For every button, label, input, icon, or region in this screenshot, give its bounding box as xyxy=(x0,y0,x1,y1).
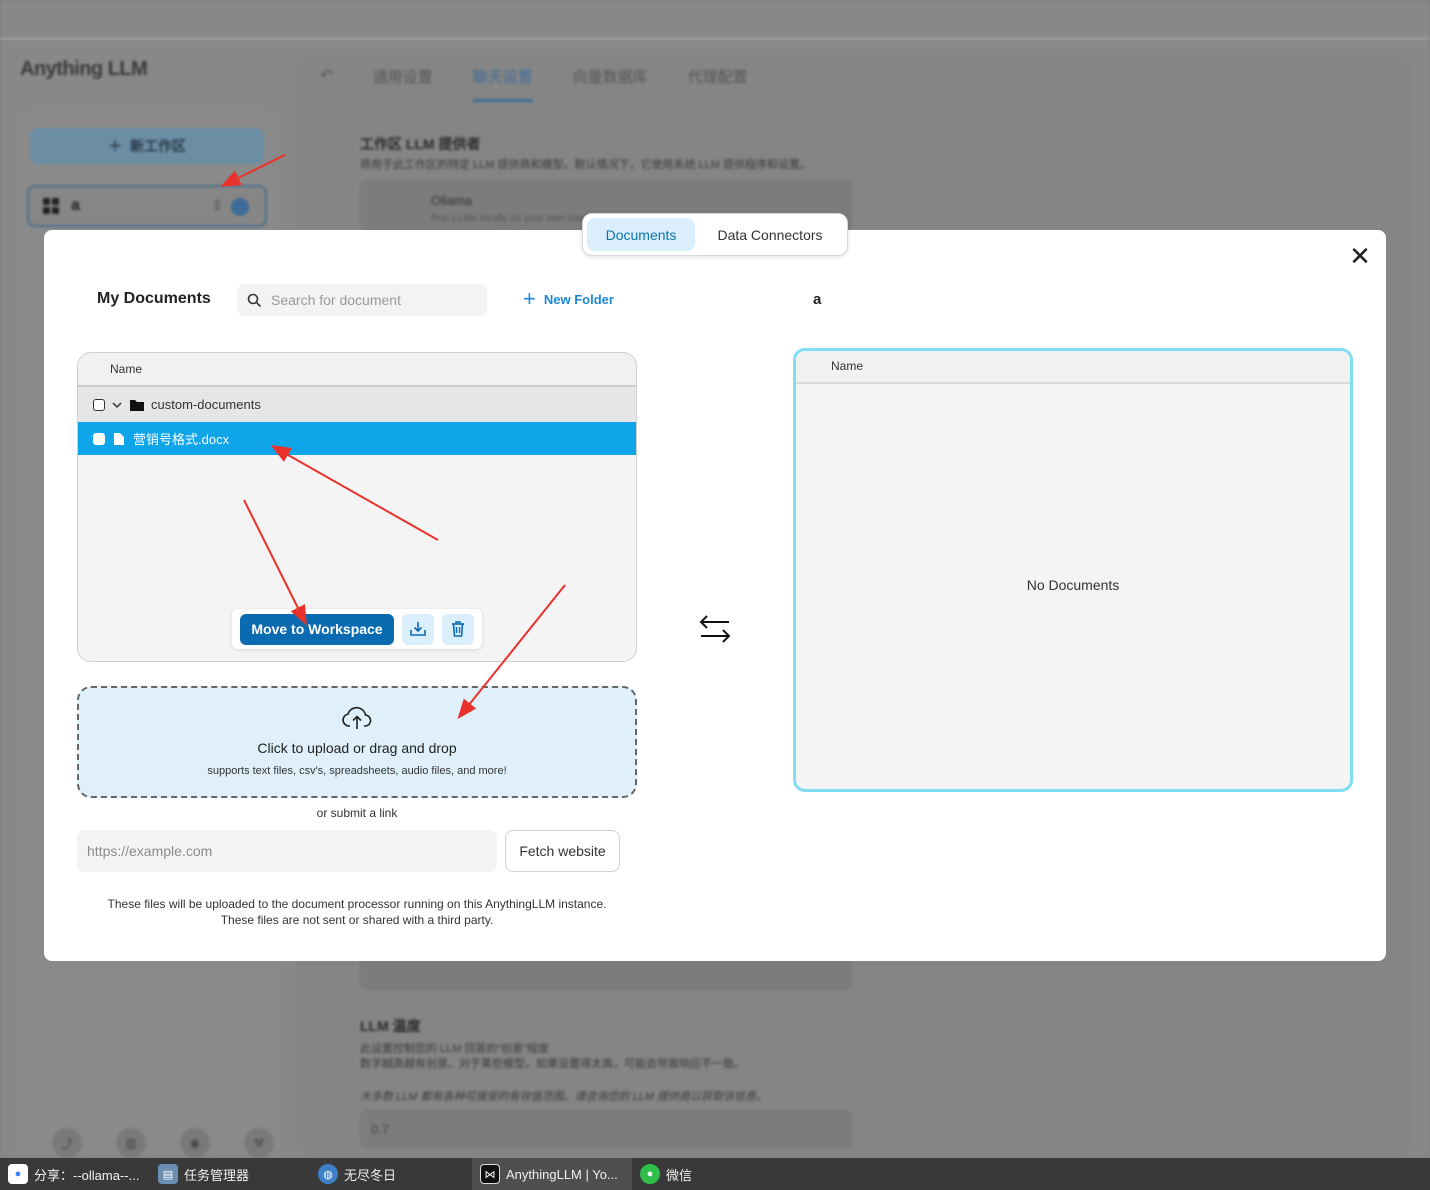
new-workspace-button[interactable]: ＋ 新工作区 xyxy=(30,128,264,164)
workspace-documents-panel: Name No Documents xyxy=(793,348,1353,792)
gear-icon[interactable] xyxy=(231,198,249,216)
taskbar-item-game[interactable]: ◍ 无尽冬日 xyxy=(310,1158,472,1190)
tray-arrow-icon xyxy=(410,622,426,636)
new-folder-button[interactable]: + New Folder xyxy=(523,288,614,310)
back-icon[interactable]: ↶ xyxy=(320,66,333,102)
upload-dropzone[interactable]: Click to upload or drag and drop support… xyxy=(77,686,637,798)
upload-icon[interactable]: ⇪ xyxy=(211,197,223,214)
modal-segment-tabs: Documents Data Connectors xyxy=(582,213,848,256)
taskbar-label: 分享：--ollama--... xyxy=(34,1167,140,1183)
folder-row[interactable]: custom-documents xyxy=(78,387,636,422)
temperature-heading: LLM 温度 xyxy=(360,1018,421,1034)
workspace-name: a xyxy=(71,197,80,214)
move-to-folder-button[interactable] xyxy=(402,613,434,645)
swap-arrows-icon xyxy=(699,615,731,643)
temperature-desc-2: 数字越高越有创意。对于某些模型，如果设置得太高，可能会导致响应不一致。 xyxy=(360,1058,745,1070)
or-submit-link-text: or submit a link xyxy=(316,806,398,820)
temperature-input[interactable]: 0.7 xyxy=(360,1110,852,1148)
file-name: 营销号格式.docx xyxy=(133,432,230,447)
taskbar-label: AnythingLLM | Yo... xyxy=(506,1166,618,1182)
tab-documents[interactable]: Documents xyxy=(587,218,695,251)
llm-provider-heading: 工作区 LLM 提供者 xyxy=(360,136,481,152)
my-documents-title: My Documents xyxy=(97,290,211,307)
folder-icon xyxy=(130,399,144,411)
temperature-value: 0.7 xyxy=(371,1122,390,1137)
cloud-upload-icon xyxy=(342,706,372,729)
baidu-netdisk-icon: ● xyxy=(8,1164,28,1184)
sidebar-item-workspace[interactable]: a ⇪ xyxy=(27,185,267,227)
anythingllm-icon: ⋈ xyxy=(480,1164,500,1184)
file-row[interactable]: 营销号格式.docx xyxy=(78,422,636,455)
book-icon[interactable]: ▥ xyxy=(116,1128,146,1158)
file-icon xyxy=(114,432,124,445)
file-checkbox[interactable] xyxy=(93,432,105,445)
top-divider xyxy=(0,38,1430,39)
document-search[interactable] xyxy=(237,284,487,316)
selection-action-bar: Move to Workspace xyxy=(232,609,482,649)
wrench-icon[interactable]: ⚒ xyxy=(244,1128,274,1158)
privacy-note-line-1: These files will be uploaded to the docu… xyxy=(107,897,607,911)
folder-name: custom-documents xyxy=(151,397,261,412)
wechat-icon: ● xyxy=(640,1164,660,1184)
move-to-workspace-button[interactable]: Move to Workspace xyxy=(240,613,394,645)
privacy-note-line-2: These files are not sent or shared with … xyxy=(220,913,494,927)
delete-button[interactable] xyxy=(442,613,474,645)
fetch-website-button[interactable]: Fetch website xyxy=(505,830,620,872)
trash-icon xyxy=(452,621,464,637)
tab-data-connectors[interactable]: Data Connectors xyxy=(701,218,839,251)
docs-column-header: Name xyxy=(78,353,636,387)
llm-provider-desc: 将用于此工作区的特定 LLM 提供商和模型。默认情况下，它使用系统 LLM 提供… xyxy=(360,159,812,171)
sidebar-footer-icons: ⤴ ▥ ◉ ⚒ xyxy=(52,1128,274,1158)
taskbar-item-task-manager[interactable]: ▤ 任务管理器 xyxy=(150,1158,310,1190)
workspace-column-header: Name xyxy=(796,351,1350,384)
plus-icon: ＋ xyxy=(108,138,122,154)
tab-vector-db[interactable]: 向量数据库 xyxy=(573,66,648,102)
taskbar-item-anythingllm[interactable]: ⋈ AnythingLLM | Yo... xyxy=(472,1158,632,1190)
task-manager-icon: ▤ xyxy=(158,1164,178,1184)
plus-icon: + xyxy=(523,286,536,311)
tab-general[interactable]: 通用设置 xyxy=(373,66,433,102)
temperature-desc-3: 大多数 LLM 都有各种可接受的有效值范围。请咨询您的 LLM 提供商以获取该信… xyxy=(360,1091,768,1103)
taskbar-label: 微信 xyxy=(666,1167,693,1183)
discord-icon[interactable]: ◉ xyxy=(180,1128,210,1158)
new-workspace-label: 新工作区 xyxy=(130,138,186,154)
provider-name: Ollama xyxy=(431,193,473,208)
privacy-note: These files will be uploaded to the docu… xyxy=(77,896,637,928)
taskbar-label: 任务管理器 xyxy=(184,1167,250,1183)
temperature-desc-1: 此设置控制您的 LLM 回答的“创意”程度 xyxy=(360,1043,549,1055)
folder-checkbox[interactable] xyxy=(93,398,105,411)
tab-chat[interactable]: 聊天设置 xyxy=(472,66,533,102)
taskbar-item-wechat[interactable]: ● 微信 xyxy=(632,1158,712,1190)
search-input[interactable] xyxy=(271,292,471,308)
upload-subtitle: supports text files, csv's, spreadsheets… xyxy=(207,765,507,777)
taskbar-item-share[interactable]: ● 分享：--ollama--... xyxy=(0,1158,150,1190)
app-logo: Anything LLM xyxy=(20,58,148,80)
search-icon xyxy=(247,293,261,307)
settings-tabs: ↶ 通用设置 聊天设置 向量数据库 代理配置 xyxy=(320,66,748,102)
workspace-grid-icon xyxy=(43,198,59,214)
tab-agent[interactable]: 代理配置 xyxy=(688,66,748,102)
new-folder-label: New Folder xyxy=(543,291,614,307)
url-input[interactable] xyxy=(77,830,497,872)
chevron-down-icon[interactable] xyxy=(111,399,123,411)
link-icon[interactable]: ⤴ xyxy=(52,1128,82,1158)
empty-state-text: No Documents xyxy=(1026,577,1120,593)
globe-icon: ◍ xyxy=(318,1164,338,1184)
workspace-title: a xyxy=(813,291,822,308)
os-taskbar: ● 分享：--ollama--... ▤ 任务管理器 ◍ 无尽冬日 ⋈ Anyt… xyxy=(0,1158,1430,1190)
close-icon[interactable]: ✕ xyxy=(1348,243,1372,269)
upload-title: Click to upload or drag and drop xyxy=(257,740,457,756)
taskbar-label: 无尽冬日 xyxy=(344,1167,397,1183)
